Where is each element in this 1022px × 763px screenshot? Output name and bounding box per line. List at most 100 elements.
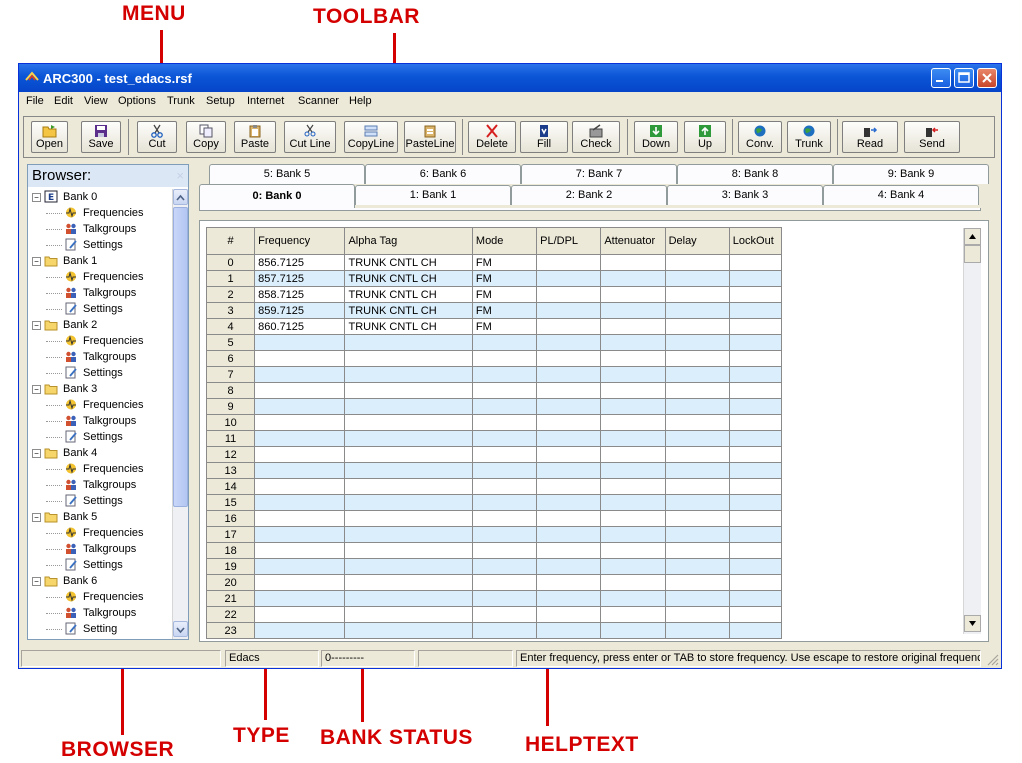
grid-cell[interactable]: [344, 558, 473, 575]
grid-cell[interactable]: [664, 398, 730, 415]
menu-scanner[interactable]: Scanner: [298, 95, 339, 107]
grid-cell[interactable]: [344, 478, 473, 495]
grid-cell[interactable]: [728, 494, 783, 511]
tab-bank-0[interactable]: 0: Bank 0: [199, 184, 355, 208]
grid-cell[interactable]: TRUNK CNTL CH: [344, 286, 473, 303]
grid-cell[interactable]: [344, 590, 473, 607]
grid-cell[interactable]: [600, 270, 666, 287]
maximize-button[interactable]: [954, 68, 974, 88]
table-row[interactable]: 7: [205, 366, 783, 383]
grid-cell[interactable]: [600, 494, 666, 511]
grid-cell[interactable]: [536, 462, 602, 479]
grid-cell[interactable]: [664, 366, 730, 383]
resize-grip-icon[interactable]: [985, 652, 999, 666]
grid-cell[interactable]: [600, 398, 666, 415]
grid-cell[interactable]: [254, 430, 346, 447]
table-row[interactable]: 11: [205, 430, 783, 447]
grid-cell[interactable]: [344, 494, 473, 511]
grid-cell[interactable]: [536, 414, 602, 431]
delete-button[interactable]: Delete: [468, 121, 516, 153]
grid-cell[interactable]: [344, 334, 473, 351]
grid-cell[interactable]: [536, 430, 602, 447]
column-header[interactable]: PL/DPL: [536, 227, 602, 255]
grid-cell[interactable]: [254, 478, 346, 495]
grid-cell[interactable]: [536, 382, 602, 399]
grid-cell[interactable]: [728, 318, 783, 335]
grid-cell[interactable]: [254, 494, 346, 511]
grid-cell[interactable]: TRUNK CNTL CH: [344, 270, 473, 287]
grid-cell[interactable]: [471, 414, 538, 431]
grid-cell[interactable]: TRUNK CNTL CH: [344, 254, 473, 271]
grid-scroll-down[interactable]: [964, 615, 981, 632]
grid-cell[interactable]: [600, 302, 666, 319]
grid-cell[interactable]: [536, 398, 602, 415]
grid-cell[interactable]: [536, 286, 602, 303]
close-button[interactable]: [977, 68, 997, 88]
grid-cell[interactable]: [600, 350, 666, 367]
grid-cell[interactable]: [254, 350, 346, 367]
table-row[interactable]: 15: [205, 494, 783, 511]
grid-cell[interactable]: [600, 478, 666, 495]
grid-cell[interactable]: [536, 254, 602, 271]
minimize-button[interactable]: [931, 68, 951, 88]
menu-file[interactable]: File: [26, 95, 44, 107]
collapse-toggle[interactable]: −: [32, 577, 41, 586]
grid-scroll-thumb[interactable]: [964, 245, 981, 263]
collapse-toggle[interactable]: −: [32, 449, 41, 458]
grid-cell[interactable]: [728, 286, 783, 303]
grid-cell[interactable]: [254, 382, 346, 399]
menu-internet[interactable]: Internet: [247, 95, 284, 107]
grid-cell[interactable]: FM: [471, 270, 538, 287]
grid-cell[interactable]: [664, 558, 730, 575]
up-button[interactable]: Up: [684, 121, 726, 153]
grid-cell[interactable]: [600, 606, 666, 623]
grid-cell[interactable]: [536, 302, 602, 319]
grid-cell[interactable]: [664, 382, 730, 399]
grid-cell[interactable]: [471, 542, 538, 559]
grid-cell[interactable]: [600, 318, 666, 335]
grid-cell[interactable]: [600, 526, 666, 543]
collapse-toggle[interactable]: −: [32, 257, 41, 266]
grid-cell[interactable]: [471, 334, 538, 351]
paste-button[interactable]: Paste: [234, 121, 276, 153]
grid-cell[interactable]: [664, 254, 730, 271]
grid-cell[interactable]: 856.7125: [254, 254, 346, 271]
grid-cell[interactable]: [664, 270, 730, 287]
grid-cell[interactable]: [344, 462, 473, 479]
grid-cell[interactable]: [254, 526, 346, 543]
grid-cell[interactable]: [344, 366, 473, 383]
paste-line-button[interactable]: PasteLine: [404, 121, 456, 153]
column-header[interactable]: Mode: [471, 227, 538, 255]
grid-cell[interactable]: [728, 574, 783, 591]
tab-bank-4[interactable]: 4: Bank 4: [823, 185, 979, 205]
grid-cell[interactable]: [536, 574, 602, 591]
grid-cell[interactable]: [254, 622, 346, 639]
table-row[interactable]: 19: [205, 558, 783, 575]
grid-scroll-up[interactable]: [964, 228, 981, 245]
column-header[interactable]: Alpha Tag: [344, 227, 473, 255]
grid-cell[interactable]: [600, 286, 666, 303]
grid-cell[interactable]: [600, 542, 666, 559]
menu-trunk[interactable]: Trunk: [167, 95, 195, 107]
table-row[interactable]: 4 860.7125 TRUNK CNTL CH FM: [205, 318, 783, 335]
grid-cell[interactable]: [344, 574, 473, 591]
grid-cell[interactable]: [536, 558, 602, 575]
browser-scrollbar[interactable]: [172, 189, 188, 639]
grid-cell[interactable]: [600, 254, 666, 271]
grid-cell[interactable]: [254, 462, 346, 479]
grid-cell[interactable]: [728, 366, 783, 383]
grid-cell[interactable]: [254, 574, 346, 591]
table-row[interactable]: 0 856.7125 TRUNK CNTL CH FM: [205, 254, 783, 271]
grid-cell[interactable]: [536, 526, 602, 543]
tab-bank-8[interactable]: 8: Bank 8: [677, 164, 833, 184]
table-row[interactable]: 20: [205, 574, 783, 591]
grid-cell[interactable]: [254, 398, 346, 415]
grid-cell[interactable]: FM: [471, 318, 538, 335]
cut-button[interactable]: Cut: [137, 121, 177, 153]
grid-cell[interactable]: [664, 526, 730, 543]
tab-bank-1[interactable]: 1: Bank 1: [355, 185, 511, 205]
table-row[interactable]: 5: [205, 334, 783, 351]
grid-cell[interactable]: [344, 414, 473, 431]
grid-cell[interactable]: [600, 414, 666, 431]
grid-cell[interactable]: [254, 414, 346, 431]
